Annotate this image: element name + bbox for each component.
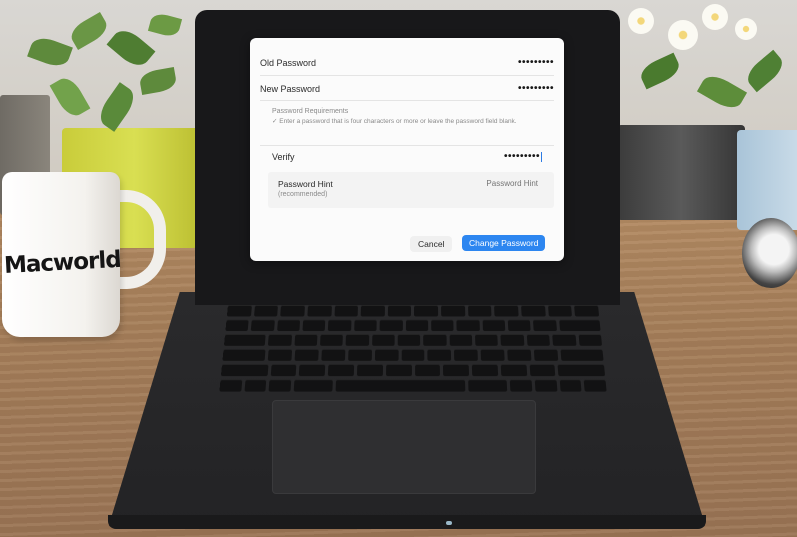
divider <box>260 100 554 101</box>
verify-label: Verify <box>272 152 295 162</box>
new-password-row[interactable]: New Password ••••••••• <box>260 83 554 94</box>
old-password-label: Old Password <box>260 58 316 68</box>
change-password-dialog: Old Password ••••••••• New Password ••••… <box>250 38 564 261</box>
verify-row[interactable]: Verify ••••••••• <box>272 151 542 162</box>
new-password-label: New Password <box>260 84 320 94</box>
old-password-field[interactable]: ••••••••• <box>518 57 554 68</box>
blue-planter <box>737 130 797 230</box>
verify-field[interactable]: ••••••••• <box>504 151 542 162</box>
password-hint-label: Password Hint <box>278 179 333 189</box>
change-password-button[interactable]: Change Password <box>462 235 545 251</box>
divider <box>260 145 554 146</box>
orchid-flower <box>668 20 698 50</box>
verify-value: ••••••••• <box>504 151 540 162</box>
geode-decoration <box>742 218 797 288</box>
password-requirements-text: ✓ Enter a password that is four characte… <box>272 118 542 127</box>
password-hint-box <box>268 172 554 208</box>
dark-planter <box>617 125 745 220</box>
new-password-field[interactable]: ••••••••• <box>518 83 554 94</box>
orchid-flower <box>702 4 728 30</box>
orchid-flower <box>735 18 757 40</box>
cancel-button[interactable]: Cancel <box>410 236 452 252</box>
text-cursor <box>541 152 542 162</box>
laptop-notch <box>446 521 452 525</box>
divider <box>260 75 554 76</box>
old-password-row[interactable]: Old Password ••••••••• <box>260 57 554 68</box>
password-hint-input[interactable] <box>456 179 538 188</box>
password-requirements-title: Password Requirements <box>272 108 348 115</box>
laptop-front-edge <box>108 515 706 529</box>
photo-scene: Macworld Old Password ••••••••• New Pass… <box>0 0 797 537</box>
keyboard <box>219 305 607 397</box>
password-hint-sublabel: (recommended) <box>278 191 327 198</box>
orchid-flower <box>628 8 654 34</box>
trackpad <box>272 400 536 494</box>
